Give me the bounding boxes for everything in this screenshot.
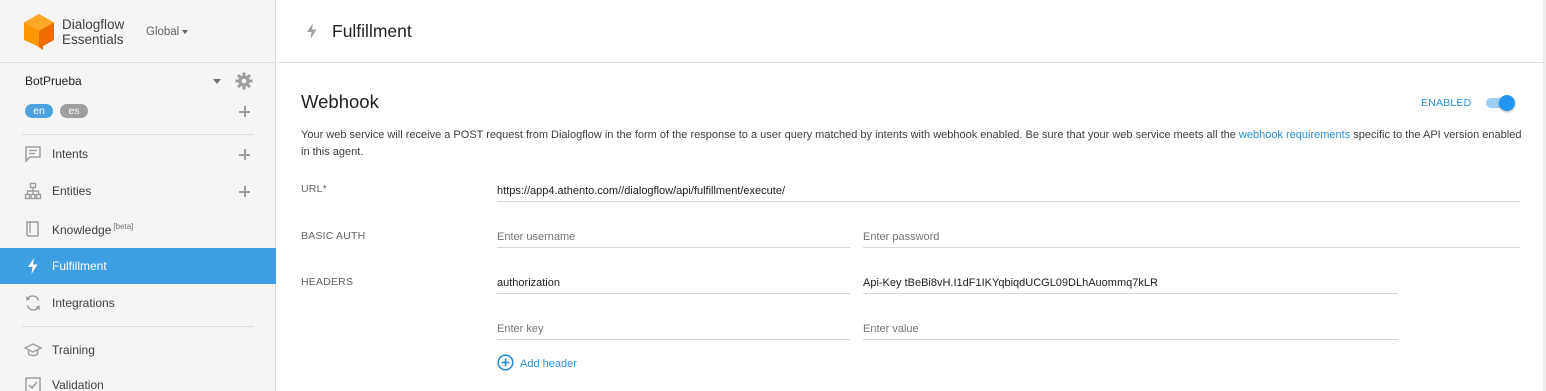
sidebar-item-label: Training: [52, 343, 95, 357]
sidebar-item-label: Fulfillment: [52, 259, 107, 273]
chat-icon: [24, 145, 42, 163]
basic-auth-label: BASIC AUTH: [301, 230, 366, 242]
sidebar-item-knowledge[interactable]: Knowledge [beta]: [0, 211, 276, 247]
sidebar-item-label: Integrations: [52, 296, 115, 310]
knowledge-label: Knowledge: [52, 223, 112, 237]
new-header-key-input[interactable]: [497, 319, 850, 340]
username-input[interactable]: [497, 227, 850, 248]
sidebar-item-label: Intents: [52, 147, 89, 161]
headers-label: HEADERS: [301, 276, 354, 288]
webhook-status-label: ENABLED: [1421, 97, 1472, 109]
refresh-icon: [24, 294, 42, 312]
checkbox-icon: [24, 376, 42, 391]
page-header: Fulfillment: [277, 0, 1546, 63]
agent-name[interactable]: BotPrueba: [25, 74, 82, 88]
webhook-title: Webhook: [301, 91, 379, 112]
language-chip-es[interactable]: es: [60, 104, 88, 118]
gear-icon[interactable]: [235, 72, 253, 95]
new-header-value-input[interactable]: [863, 319, 1398, 340]
header-key-input[interactable]: [497, 273, 850, 294]
sidebar-item-entities[interactable]: Entities: [0, 173, 276, 209]
sidebar-item-training[interactable]: Training: [0, 332, 276, 368]
sidebar-item-intents[interactable]: Intents: [0, 136, 276, 172]
add-language-icon[interactable]: [239, 106, 250, 117]
region-selector[interactable]: Global: [146, 26, 189, 38]
agent-dropdown-icon[interactable]: [213, 79, 221, 84]
brand-header: Dialogflow Essentials Global: [0, 0, 276, 63]
webhook-enabled-toggle[interactable]: [1486, 95, 1515, 111]
toggle-knob: [1499, 95, 1515, 111]
webhook-description: Your web service will receive a POST req…: [301, 127, 1526, 160]
sidebar-item-validation[interactable]: Validation: [0, 367, 276, 391]
dialogflow-logo-icon[interactable]: [24, 14, 54, 55]
graduation-cap-icon: [23, 341, 43, 359]
region-label: Global: [146, 26, 180, 38]
sidebar-divider: [22, 326, 254, 327]
product-name-line1: Dialogflow: [62, 17, 125, 32]
bolt-icon: [305, 22, 319, 45]
sidebar-divider: [22, 134, 254, 135]
password-input[interactable]: [863, 227, 1520, 248]
add-header-label: Add header: [520, 358, 577, 370]
language-chip-en[interactable]: en: [25, 104, 53, 118]
add-circle-icon: [497, 354, 514, 376]
sidebar-item-label: Knowledge [beta]: [52, 222, 133, 237]
add-entity-icon[interactable]: [239, 186, 250, 197]
webhook-requirements-link[interactable]: webhook requirements: [1239, 129, 1350, 141]
beta-badge: [beta]: [113, 222, 134, 231]
sidebar: Dialogflow Essentials Global BotPrueba e…: [0, 0, 276, 391]
header-value-input[interactable]: [863, 273, 1398, 294]
product-name: Dialogflow Essentials: [62, 17, 124, 47]
hierarchy-icon: [24, 182, 42, 200]
sidebar-item-label: Entities: [52, 184, 92, 198]
bolt-icon: [24, 257, 42, 275]
page-title: Fulfillment: [332, 21, 412, 41]
sidebar-item-fulfillment[interactable]: Fulfillment: [0, 248, 276, 284]
book-icon: [24, 220, 42, 238]
webhook-url-input[interactable]: [497, 181, 1520, 202]
chevron-down-icon: [182, 29, 189, 34]
url-label: URL*: [301, 183, 327, 195]
description-text-before: Your web service will receive a POST req…: [301, 129, 1239, 141]
add-intent-icon[interactable]: [239, 149, 250, 160]
sidebar-item-label: Validation: [52, 378, 104, 391]
sidebar-item-integrations[interactable]: Integrations: [0, 285, 276, 321]
product-name-line2: Essentials: [62, 32, 124, 47]
